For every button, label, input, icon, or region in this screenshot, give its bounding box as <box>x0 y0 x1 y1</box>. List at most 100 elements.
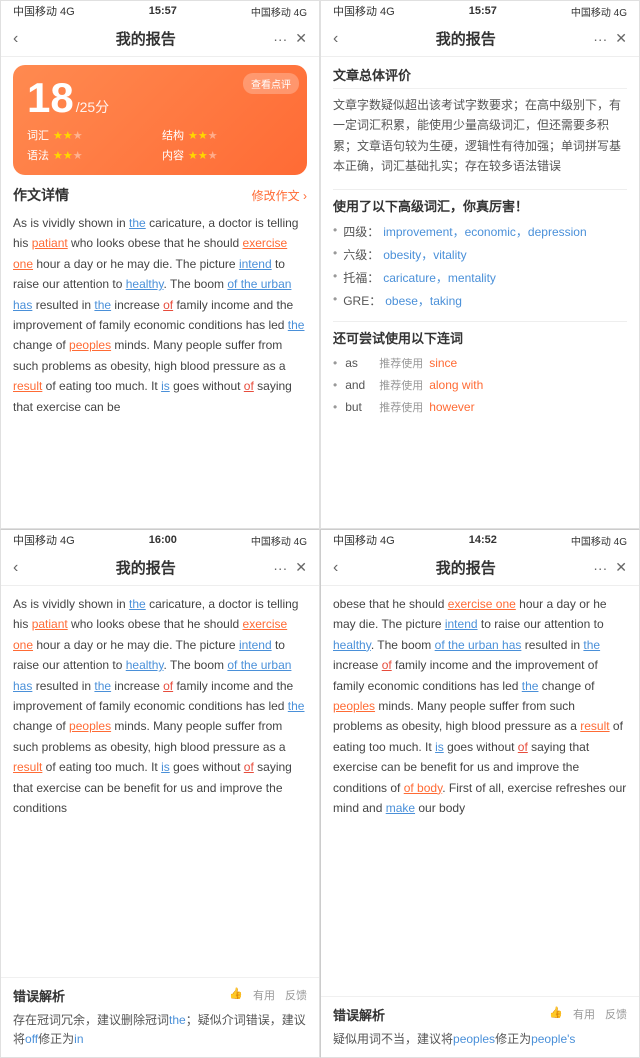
word-of-4-2: of <box>518 740 528 754</box>
error-section-3: 错误解析 👍 有用 反馈 存在冠词冗余，建议删除冠词the；疑似介词错误，建议将… <box>1 977 319 1057</box>
back-icon-4[interactable]: ‹ <box>333 559 338 577</box>
connector-as: • as 推荐使用 since <box>333 355 627 371</box>
time-4: 14:52 <box>469 534 497 546</box>
app-container: 中国移动 4G 15:57 中国移动 4G ‹ 我的报告 ··· ✕ 查看点评 … <box>0 0 640 1058</box>
more-icon-2[interactable]: ··· <box>593 31 607 47</box>
word-result: result <box>13 379 42 393</box>
more-icon-1[interactable]: ··· <box>273 31 287 47</box>
error-text-4: 疑似用词不当，建议将peoples修正为people's <box>333 1030 627 1049</box>
error-section-4: 错误解析 👍 有用 反馈 疑似用词不当，建议将peoples修正为people'… <box>321 996 639 1057</box>
screen-1-content: 查看点评 18 /25分 词汇 ★★★ 结构 ★★★ 语法 <box>1 57 319 528</box>
essay-section-title: 作文详情 <box>13 185 69 205</box>
metric-content-stars: ★★★ <box>188 149 218 162</box>
nav-bar-4: ‹ 我的报告 ··· ✕ <box>321 550 639 586</box>
error-word-in: in <box>74 1032 83 1046</box>
word-intend-4: intend <box>445 617 478 631</box>
connector-list: • as 推荐使用 since • and 推荐使用 along with • … <box>333 355 627 415</box>
edit-essay-link[interactable]: 修改作文 › <box>252 187 307 204</box>
word-intend: intend <box>239 257 272 271</box>
word-is-3: is <box>161 760 170 774</box>
screen-2-content: 文章总体评价 文章字数疑似超出该考试字数要求；在高中级别下，有一定词汇积累，能使… <box>321 57 639 528</box>
connector-and: • and 推荐使用 along with <box>333 377 627 393</box>
nav-title-2: 我的报告 <box>436 28 496 49</box>
word-of: of <box>163 298 173 312</box>
screen-2: 中国移动 4G 15:57 中国移动 4G ‹ 我的报告 ··· ✕ 文章总体评… <box>320 0 640 529</box>
back-icon-3[interactable]: ‹ <box>13 559 18 577</box>
nav-title-4: 我的报告 <box>436 557 496 578</box>
screen-3-content: As is vividly shown in the caricature, a… <box>1 586 319 977</box>
word-of-2: of <box>244 379 254 393</box>
word-the-4: the <box>583 638 600 652</box>
essay-text-4: obese that he should exercise one hour a… <box>333 594 627 818</box>
error-title-3: 错误解析 <box>13 986 65 1005</box>
metric-structure: 结构 ★★★ <box>162 127 293 143</box>
error-word-peoples-correction: people's <box>531 1032 575 1046</box>
connector-section-title: 还可尝试使用以下连词 <box>333 328 627 347</box>
word-the-1: the <box>129 216 146 230</box>
word-the-3-3: the <box>288 699 305 713</box>
thumbup-icon-3: 👍 <box>229 987 243 1003</box>
score-number: 18 <box>27 77 74 119</box>
status-bar-1: 中国移动 4G 15:57 中国移动 4G <box>1 1 319 21</box>
nav-icons-1: ··· ✕ <box>273 30 307 47</box>
essay-text-1: As is vividly shown in the caricature, a… <box>13 213 307 417</box>
feedback-label-3[interactable]: 反馈 <box>285 987 307 1003</box>
back-icon-2[interactable]: ‹ <box>333 30 338 48</box>
close-icon-2[interactable]: ✕ <box>615 30 627 47</box>
score-card: 查看点评 18 /25分 词汇 ★★★ 结构 ★★★ 语法 <box>13 65 307 175</box>
vocab-section-title: 使用了以下高级词汇，你真厉害！ <box>333 196 627 215</box>
useful-label-3[interactable]: 有用 <box>253 987 275 1003</box>
back-icon-1[interactable]: ‹ <box>13 30 18 48</box>
screen-4: 中国移动 4G 14:52 中国移动 4G ‹ 我的报告 ··· ✕ obese… <box>320 529 640 1058</box>
word-make: make <box>386 801 415 815</box>
word-of-the-urban-4: of the urban has <box>435 638 522 652</box>
metric-vocab-label: 词汇 <box>27 127 49 143</box>
word-of-3: of <box>163 679 173 693</box>
nav-bar-1: ‹ 我的报告 ··· ✕ <box>1 21 319 57</box>
vocab-item-toefl: • 托福： caricature，mentality <box>333 269 627 286</box>
metric-grammar-stars: ★★★ <box>53 149 83 162</box>
score-metrics: 词汇 ★★★ 结构 ★★★ 语法 ★★★ 内容 ★★★ <box>27 127 293 163</box>
word-patiant: patiant <box>32 236 68 250</box>
close-icon-4[interactable]: ✕ <box>615 559 627 576</box>
overall-review-text: 文章字数疑似超出该考试字数要求；在高中级别下，有一定词汇积累，能使用少量高级词汇… <box>333 95 627 177</box>
carrier-left-2: 中国移动 4G <box>333 3 395 19</box>
word-intend-3: intend <box>239 638 272 652</box>
essay-text-3: As is vividly shown in the caricature, a… <box>13 594 307 818</box>
nav-icons-2: ··· ✕ <box>593 30 627 47</box>
metric-grammar-label: 语法 <box>27 147 49 163</box>
word-of-body: of body <box>404 781 442 795</box>
word-of-3-2: of <box>244 760 254 774</box>
divider-1 <box>333 189 627 190</box>
more-icon-3[interactable]: ··· <box>273 560 287 576</box>
word-peoples: peoples <box>69 338 111 352</box>
error-actions-3: 👍 有用 反馈 <box>229 987 307 1003</box>
error-word-off: off <box>25 1032 38 1046</box>
close-icon-1[interactable]: ✕ <box>295 30 307 47</box>
word-exercise-one-4: exercise one <box>448 597 516 611</box>
word-healthy-4: healthy <box>333 638 371 652</box>
screen-1: 中国移动 4G 15:57 中国移动 4G ‹ 我的报告 ··· ✕ 查看点评 … <box>0 0 320 529</box>
carrier-right-4: 中国移动 4G <box>571 533 627 548</box>
word-is-4: is <box>435 740 444 754</box>
word-peoples-3: peoples <box>69 719 111 733</box>
word-the-3: the <box>288 318 305 332</box>
metric-content: 内容 ★★★ <box>162 147 293 163</box>
carrier-right-1: 中国移动 4G <box>251 4 307 19</box>
vocab-item-cet4: • 四级： improvement，economic，depression <box>333 223 627 240</box>
close-icon-3[interactable]: ✕ <box>295 559 307 576</box>
error-actions-4: 👍 有用 反馈 <box>549 1006 627 1022</box>
review-button[interactable]: 查看点评 <box>243 73 299 94</box>
word-result-3: result <box>13 760 42 774</box>
metric-content-label: 内容 <box>162 147 184 163</box>
word-peoples-4: peoples <box>333 699 375 713</box>
screen-4-content: obese that he should exercise one hour a… <box>321 586 639 996</box>
error-text-3: 存在冠词冗余，建议删除冠词the；疑似介词错误，建议将off修正为in <box>13 1011 307 1049</box>
carrier-left-3: 中国移动 4G <box>13 532 75 548</box>
screen-3: 中国移动 4G 16:00 中国移动 4G ‹ 我的报告 ··· ✕ As is… <box>0 529 320 1058</box>
time-1: 15:57 <box>149 5 177 17</box>
useful-label-4[interactable]: 有用 <box>573 1006 595 1022</box>
score-total: /25分 <box>76 97 109 117</box>
more-icon-4[interactable]: ··· <box>593 560 607 576</box>
feedback-label-4[interactable]: 反馈 <box>605 1006 627 1022</box>
